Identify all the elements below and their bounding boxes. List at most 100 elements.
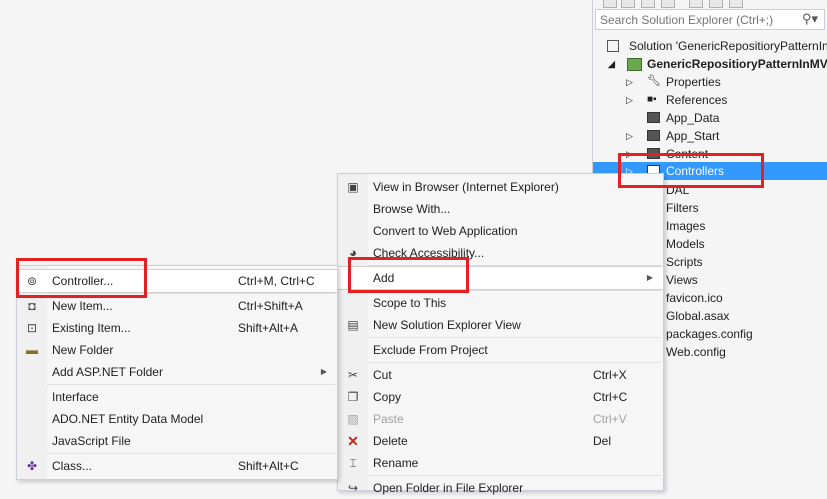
menu-item-scope-to-this[interactable]: Scope to This: [338, 292, 663, 314]
tree-item-label: GenericRepositioryPatternInMVC: [647, 57, 827, 71]
folder-icon: [647, 130, 660, 141]
tree-item-solution[interactable]: Solution 'GenericRepositioryPatternInMVC…: [593, 37, 827, 55]
menu-item-copy[interactable]: ❐ Copy Ctrl+C: [338, 386, 663, 408]
highlight-box-add: [348, 257, 469, 293]
menu-item-label: Delete: [373, 434, 408, 448]
menu-item-browse-with[interactable]: Browse With...: [338, 198, 663, 220]
highlight-box-controllers: [618, 153, 764, 188]
toolbar-button[interactable]: [603, 0, 617, 8]
tree-item-label: Global.asax: [666, 309, 730, 323]
expanded-arrow-icon[interactable]: ◢: [608, 55, 616, 73]
menu-item-label: Cut: [373, 368, 392, 382]
toolbar-button[interactable]: [729, 0, 743, 8]
toolbar-button[interactable]: [689, 0, 703, 8]
menu-item-rename[interactable]: ⌶ Rename: [338, 452, 663, 474]
open-folder-icon: ↪: [347, 481, 359, 495]
menu-item-label: Open Folder in File Explorer: [373, 481, 524, 495]
menu-item-label: Convert to Web Application: [373, 224, 518, 238]
toolbar-button[interactable]: [641, 0, 655, 8]
toolbar-button[interactable]: [661, 0, 675, 8]
tree-item-app-start[interactable]: ▷ App_Start: [593, 127, 827, 145]
tree-item-label: Solution 'GenericRepositioryPatternInMVC…: [629, 39, 827, 53]
paste-icon: ▨: [347, 412, 359, 426]
class-icon: ✤: [26, 459, 38, 473]
menu-item-label: Paste: [373, 412, 404, 426]
menu-item-label: New Folder: [52, 343, 114, 357]
tree-item-label: Properties: [666, 75, 721, 89]
search-input[interactable]: [600, 12, 796, 27]
submenu-arrow-icon: ▶: [646, 273, 653, 282]
collapsed-arrow-icon[interactable]: ▷: [626, 91, 634, 109]
toolbar-button[interactable]: [709, 0, 723, 8]
search-icon[interactable]: ⚲▾: [802, 11, 818, 27]
submenu-item-new-item[interactable]: ◘ New Item... Ctrl+Shift+A: [17, 295, 337, 317]
tree-item-label: Images: [666, 219, 706, 233]
menu-item-label: Exclude From Project: [373, 343, 488, 357]
tree-item-app-data[interactable]: App_Data: [593, 109, 827, 127]
menu-item-label: ADO.NET Entity Data Model: [52, 412, 204, 426]
menu-item-shortcut: Ctrl+X: [593, 368, 627, 382]
menu-item-shortcut: Shift+Alt+A: [238, 321, 299, 335]
submenu-item-javascript-file[interactable]: JavaScript File: [17, 430, 337, 452]
menu-separator: [368, 337, 661, 338]
menu-separator: [47, 384, 335, 385]
menu-item-shortcut: Ctrl+V: [593, 412, 627, 426]
menu-item-shortcut: Del: [593, 434, 612, 448]
menu-item-delete[interactable]: ✕ Delete Del: [338, 430, 663, 452]
submenu-item-ado-entity-model[interactable]: ADO.NET Entity Data Model: [17, 408, 337, 430]
collapsed-arrow-icon[interactable]: ▷: [626, 73, 634, 91]
menu-item-label: New Solution Explorer View: [373, 318, 521, 332]
submenu-item-new-folder[interactable]: ▬ New Folder: [17, 339, 337, 361]
menu-item-label: Copy: [373, 390, 402, 404]
collapsed-arrow-icon[interactable]: ▷: [626, 127, 634, 145]
menu-separator: [368, 362, 661, 363]
solution-explorer-search[interactable]: ⚲▾: [595, 9, 825, 30]
submenu-item-existing-item[interactable]: ⊡ Existing Item... Shift+Alt+A: [17, 317, 337, 339]
new-item-icon: ◘: [28, 299, 36, 313]
scissors-icon: ✂: [347, 368, 359, 382]
menu-item-view-in-browser[interactable]: ▣ View in Browser (Internet Explorer): [338, 176, 663, 198]
menu-item-open-folder-in-explorer[interactable]: ↪ Open Folder in File Explorer: [338, 477, 663, 499]
menu-item-label: Interface: [52, 390, 99, 404]
tree-item-properties[interactable]: ▷ 🔧︎ Properties: [593, 73, 827, 91]
menu-item-convert-to-web-app[interactable]: Convert to Web Application: [338, 220, 663, 242]
menu-item-shortcut: Ctrl+M, Ctrl+C: [238, 274, 315, 288]
menu-item-cut[interactable]: ✂ Cut Ctrl+X: [338, 364, 663, 386]
copy-icon: ❐: [347, 390, 359, 404]
delete-x-icon: ✕: [347, 433, 359, 449]
solution-icon: [607, 40, 619, 52]
toolbar-button[interactable]: [621, 0, 635, 8]
submenu-item-add-aspnet-folder[interactable]: Add ASP.NET Folder ▶: [17, 361, 337, 383]
highlight-box-controller: [16, 258, 147, 298]
menu-item-label: Rename: [373, 456, 419, 470]
tree-item-label: packages.config: [666, 327, 753, 341]
new-view-icon: ▤: [347, 318, 359, 332]
tree-item-references[interactable]: ▷ ■▪ References: [593, 91, 827, 109]
tree-item-label: References: [666, 93, 728, 107]
menu-separator: [368, 475, 661, 476]
rename-icon: ⌶: [349, 456, 357, 470]
menu-item-label: New Item...: [52, 299, 113, 313]
menu-item-shortcut: Shift+Alt+C: [238, 459, 299, 473]
submenu-item-class[interactable]: ✤ Class... Shift+Alt+C: [17, 455, 337, 477]
tree-item-label: App_Start: [666, 129, 720, 143]
folder-icon: [647, 112, 660, 123]
menu-item-shortcut: Ctrl+Shift+A: [238, 299, 303, 313]
tree-item-project[interactable]: ◢ GenericRepositioryPatternInMVC: [593, 55, 827, 73]
tree-item-label: Views: [666, 273, 698, 287]
browser-icon: ▣: [347, 180, 359, 194]
tree-item-label: Scripts: [666, 255, 703, 269]
solution-explorer-toolbar: [593, 0, 827, 8]
submenu-arrow-icon: ▶: [320, 367, 327, 376]
menu-item-new-solution-explorer-view[interactable]: ▤ New Solution Explorer View: [338, 314, 663, 336]
menu-item-label: Scope to This: [373, 296, 447, 310]
menu-item-exclude-from-project[interactable]: Exclude From Project: [338, 339, 663, 361]
menu-item-label: Add ASP.NET Folder: [52, 365, 163, 379]
tree-item-label: Models: [666, 237, 705, 251]
tree-item-label: Web.config: [666, 345, 726, 359]
menu-item-paste[interactable]: ▨ Paste Ctrl+V: [338, 408, 663, 430]
menu-item-label: Existing Item...: [52, 321, 131, 335]
tree-item-label: Filters: [666, 201, 699, 215]
wrench-icon: 🔧︎: [647, 75, 661, 87]
submenu-item-interface[interactable]: Interface: [17, 386, 337, 408]
